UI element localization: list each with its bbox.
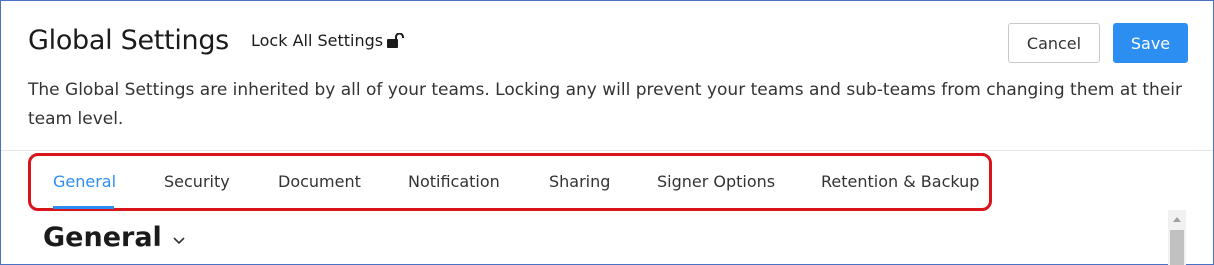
cancel-button[interactable]: Cancel: [1008, 23, 1100, 63]
tab-retention-backup[interactable]: Retention & Backup: [821, 172, 979, 191]
active-tab-indicator: [53, 206, 114, 209]
unlocked-padlock-icon: [386, 32, 405, 49]
page-title: Global Settings: [28, 25, 229, 56]
chevron-down-icon: [172, 222, 186, 253]
vertical-scrollbar[interactable]: [1168, 210, 1186, 265]
section-title: General: [43, 222, 162, 253]
lock-all-settings-button[interactable]: Lock All Settings: [251, 31, 405, 50]
tab-general[interactable]: General: [53, 172, 116, 191]
scrollbar-thumb[interactable]: [1170, 230, 1184, 265]
section-header-general[interactable]: General: [43, 222, 186, 253]
tab-notification[interactable]: Notification: [408, 172, 500, 191]
page-description: The Global Settings are inherited by all…: [28, 80, 1182, 129]
lock-all-settings-label: Lock All Settings: [251, 31, 384, 50]
tab-document[interactable]: Document: [278, 172, 361, 191]
save-button[interactable]: Save: [1113, 23, 1188, 63]
scroll-up-arrow-icon[interactable]: [1168, 210, 1186, 228]
tab-security[interactable]: Security: [164, 172, 230, 191]
tab-signer-options[interactable]: Signer Options: [657, 172, 775, 191]
header-divider: [1, 150, 1213, 151]
tab-sharing[interactable]: Sharing: [549, 172, 610, 191]
